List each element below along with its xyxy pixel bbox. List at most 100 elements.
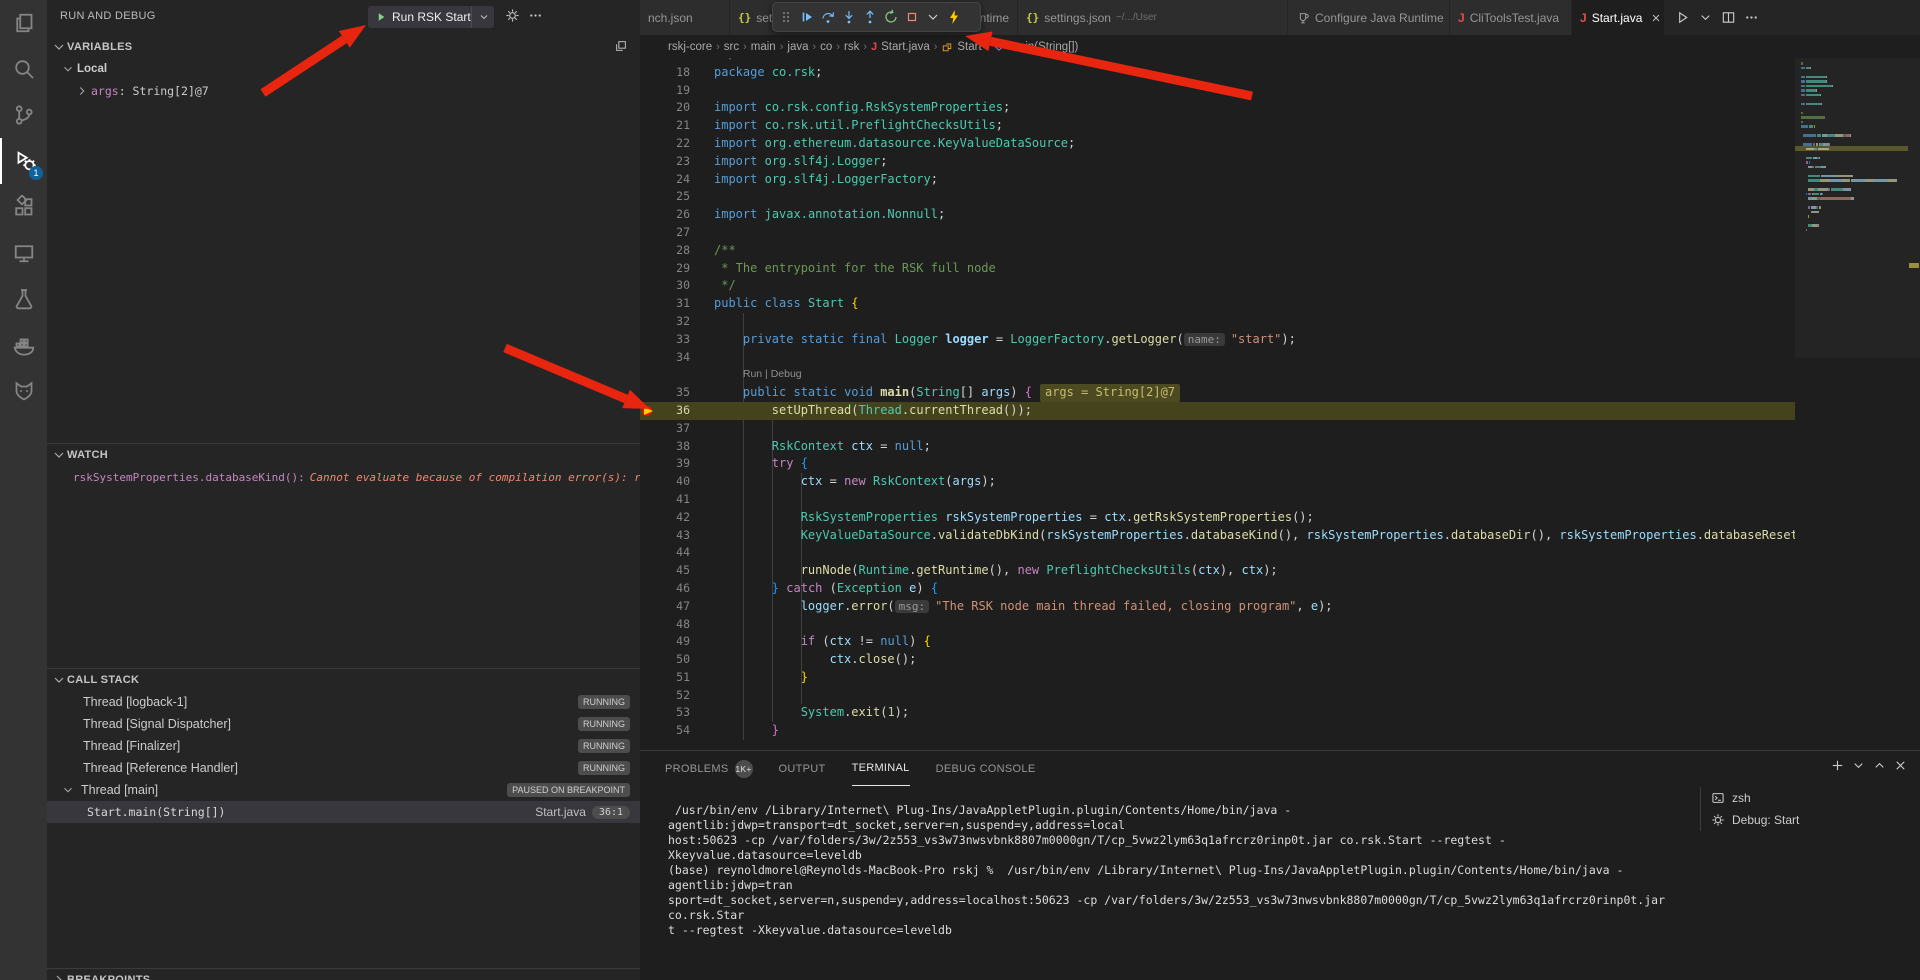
line-number[interactable]: 32 [654, 313, 690, 331]
code-line-51[interactable]: 51 } [640, 669, 1920, 687]
code-line-46[interactable]: 46 } catch (Exception e) { [640, 580, 1920, 598]
debug-stop-icon[interactable] [901, 5, 922, 29]
line-number[interactable]: 25 [654, 188, 690, 206]
line-number[interactable]: 20 [654, 99, 690, 117]
line-number[interactable]: 36 [654, 402, 690, 420]
panel-chevron-up-icon[interactable] [1872, 758, 1887, 773]
line-number[interactable]: 47 [654, 598, 690, 616]
breakpoints-section[interactable]: BREAKPOINTS [47, 968, 640, 980]
line-number[interactable]: 48 [654, 616, 690, 634]
line-number[interactable]: 52 [654, 687, 690, 705]
call-stack-thread[interactable]: Thread [main]PAUSED ON BREAKPOINT [47, 779, 640, 801]
debug-grip-icon[interactable] [775, 5, 796, 29]
code-line-33[interactable]: 33 private static final Logger logger = … [640, 331, 1920, 349]
activity-testing-icon[interactable] [0, 276, 47, 322]
code-line-48[interactable]: 48 [640, 616, 1920, 634]
code-line-36[interactable]: 36 setUpThread(Thread.currentThread()); [640, 402, 1920, 420]
panel-tab-output[interactable]: OUTPUT [779, 751, 826, 786]
code-line-21[interactable]: 21import co.rsk.util.PreflightChecksUtil… [640, 117, 1920, 135]
code-line-20[interactable]: 20import co.rsk.config.RskSystemProperti… [640, 99, 1920, 117]
code-line-44[interactable]: 44 [640, 544, 1920, 562]
overlapping-squares-icon[interactable] [614, 39, 628, 53]
call-stack-thread[interactable]: Thread [Finalizer]RUNNING [47, 735, 640, 757]
line-number[interactable]: 49 [654, 633, 690, 651]
breadcrumb-item[interactable]: main [751, 41, 776, 53]
tab-nch-json[interactable]: nch.json [640, 0, 730, 35]
breadcrumb-item[interactable]: JStart.java [871, 41, 930, 53]
tab-settings-json[interactable]: {}settings.json~/.../User [1018, 0, 1288, 35]
line-number[interactable]: 30 [654, 277, 690, 295]
split-editor-icon[interactable] [1719, 8, 1738, 27]
line-number[interactable]: 54 [654, 722, 690, 740]
panel-tab-terminal[interactable]: TERMINAL [852, 751, 910, 786]
line-number[interactable]: 50 [654, 651, 690, 669]
line-number[interactable]: 19 [654, 82, 690, 100]
code-line-25[interactable]: 25 [640, 188, 1920, 206]
code-line-23[interactable]: 23import org.slf4j.Logger; [640, 153, 1920, 171]
line-number[interactable]: 27 [654, 224, 690, 242]
code-line-37[interactable]: 37 [640, 420, 1920, 438]
panel-close-icon[interactable] [1893, 758, 1908, 773]
scrollbar[interactable] [1795, 58, 1920, 358]
code-line-27[interactable]: 27 [640, 224, 1920, 242]
breadcrumb-item[interactable]: Start [941, 41, 981, 53]
code-line-18[interactable]: 18package co.rsk; [640, 64, 1920, 82]
code-line-45[interactable]: 45 runNode(Runtime.getRuntime(), new Pre… [640, 562, 1920, 580]
line-number[interactable]: 22 [654, 135, 690, 153]
more-actions-icon[interactable] [528, 8, 543, 23]
code-line-32[interactable]: 32 [640, 313, 1920, 331]
breadcrumb-item[interactable]: main(String[]) [993, 41, 1078, 53]
code-editor[interactable]: 17 */ 18package co.rsk; 19 20import co.r… [640, 58, 1920, 750]
terminal-session-debug-start[interactable]: Debug: Start [1701, 809, 1911, 831]
breadcrumb-item[interactable]: rskj-core [668, 41, 712, 53]
breadcrumb-item[interactable]: src [724, 41, 739, 53]
play-outline-icon[interactable] [1673, 8, 1692, 27]
code-line-50[interactable]: 50 ctx.close(); [640, 651, 1920, 669]
line-number[interactable]: 40 [654, 473, 690, 491]
code-line-26[interactable]: 26import javax.annotation.Nonnull; [640, 206, 1920, 224]
line-number[interactable]: 21 [654, 117, 690, 135]
line-number[interactable]: 43 [654, 527, 690, 545]
line-number[interactable]: 33 [654, 331, 690, 349]
run-config-dropdown[interactable]: Run RSK Start [368, 6, 494, 28]
debug-step-out-icon[interactable] [859, 5, 880, 29]
code-line-42[interactable]: 42 RskSystemProperties rskSystemProperti… [640, 509, 1920, 527]
code-line-34[interactable]: 34 [640, 349, 1920, 367]
activity-extensions-icon[interactable] [0, 184, 47, 230]
terminal-session-zsh[interactable]: zsh [1701, 787, 1911, 809]
line-number[interactable]: 24 [654, 171, 690, 189]
code-line-30[interactable]: 30 */ [640, 277, 1920, 295]
line-number[interactable]: 18 [654, 64, 690, 82]
call-stack-header[interactable]: CALL STACK [47, 669, 640, 691]
activity-run-and-debug-icon[interactable]: 1 [0, 138, 49, 184]
code-line-29[interactable]: 29 * The entrypoint for the RSK full nod… [640, 260, 1920, 278]
tab-configure-java-runtime[interactable]: Configure Java Runtime [1288, 0, 1450, 35]
code-line-35[interactable]: 35 public static void main(String[] args… [640, 384, 1920, 402]
line-number[interactable]: 45 [654, 562, 690, 580]
debug-restart-icon[interactable] [880, 5, 901, 29]
line-number[interactable]: 37 [654, 420, 690, 438]
terminal-output[interactable]: /usr/bin/env /Library/Internet\ Plug-Ins… [668, 803, 1688, 938]
code-line-52[interactable]: 52 [640, 687, 1920, 705]
activity-remote-explorer-icon[interactable] [0, 230, 47, 276]
line-number[interactable]: 44 [654, 544, 690, 562]
code-line-19[interactable]: 19 [640, 82, 1920, 100]
codelens-run-debug[interactable]: Run | Debug [714, 366, 802, 384]
code-line-53[interactable]: 53 System.exit(1); [640, 704, 1920, 722]
call-stack-thread[interactable]: Thread [Reference Handler]RUNNING [47, 757, 640, 779]
activity-docker-icon[interactable] [0, 322, 47, 368]
breadcrumb-item[interactable]: rsk [844, 41, 859, 53]
debug-continue-icon[interactable] [796, 5, 817, 29]
panel-chevron-down-icon[interactable] [1851, 758, 1866, 773]
breadcrumb-item[interactable]: co [820, 41, 832, 53]
code-line-22[interactable]: 22import org.ethereum.datasource.KeyValu… [640, 135, 1920, 153]
code-line-40[interactable]: 40 ctx = new RskContext(args); [640, 473, 1920, 491]
code-line-41[interactable]: 41 [640, 491, 1920, 509]
chevron-down-icon[interactable] [471, 6, 496, 28]
line-number[interactable]: 28 [654, 242, 690, 260]
code-line-31[interactable]: 31public class Start { [640, 295, 1920, 313]
activity-explorer-icon[interactable] [0, 0, 47, 46]
breadcrumb-item[interactable]: java [787, 41, 808, 53]
debug-chevron-down-icon[interactable] [922, 5, 943, 29]
more-icon[interactable] [1742, 8, 1761, 27]
